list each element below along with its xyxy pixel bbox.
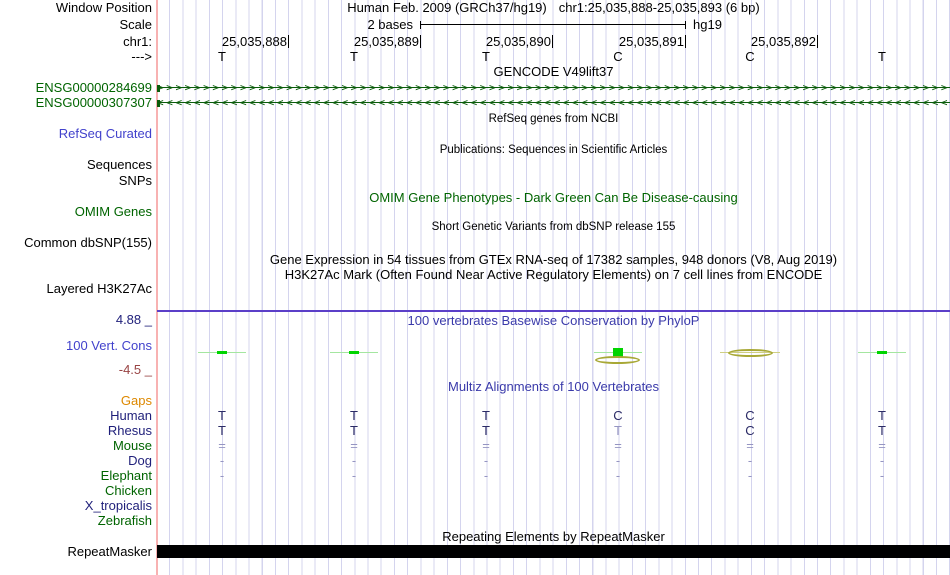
multiz-cell: - [879, 468, 885, 483]
multiz-track-title[interactable]: Multiz Alignments of 100 Vertebrates [157, 380, 950, 393]
multiz-label-elephant[interactable]: Elephant [0, 469, 152, 482]
conservation-track-title[interactable]: 100 vertebrates Basewise Conservation by… [157, 314, 950, 327]
window-position-label: Window Position [55, 0, 152, 15]
refseq-track-title[interactable]: RefSeq genes from NCBI [157, 113, 950, 126]
conservation-ellipse [728, 349, 773, 357]
multiz-cell: - [351, 468, 357, 483]
multiz-cell: T [482, 423, 490, 438]
omim-genes-label[interactable]: OMIM Genes [0, 205, 152, 218]
publications-track-title[interactable]: Publications: Sequences in Scientific Ar… [157, 144, 950, 157]
h3k27ac-track-title[interactable]: H3K27Ac Mark (Often Found Near Active Re… [157, 268, 950, 281]
repeatmasker-track-title[interactable]: Repeating Elements by RepeatMasker [157, 530, 950, 543]
gene-label-ENSG00000307307[interactable]: ENSG00000307307 [0, 96, 152, 109]
multiz-cell: - [747, 453, 753, 468]
scale-row-label: Scale [119, 17, 152, 32]
multiz-label-x_tropicalis[interactable]: X_tropicalis [0, 499, 152, 512]
multiz-cell: = [218, 438, 226, 453]
multiz-label-chicken[interactable]: Chicken [0, 484, 152, 497]
multiz-cell: = [878, 438, 886, 453]
multiz-cell: - [615, 453, 621, 468]
genome-browser-view: Window Position Human Feb. 2009 (GRCh37/… [0, 0, 950, 575]
reference-sequence-row: TTTCCT [0, 50, 950, 64]
dbsnp-track-title[interactable]: Short Genetic Variants from dbSNP releas… [157, 221, 950, 234]
multiz-cell: = [614, 438, 622, 453]
multiz-cell: - [879, 453, 885, 468]
multiz-cell: - [747, 468, 753, 483]
ruler-tick: 25,035,892 [726, 35, 818, 48]
genome-tag: hg19 [693, 17, 722, 32]
sequences-track-label[interactable]: Sequences [0, 158, 152, 171]
ruler-tick: 25,035,888 [197, 35, 289, 48]
gene-arrows-ENSG00000307307[interactable]: <<<<<<<<<<<<<<<<<<<<<<<<<<<<<<<<<<<<<<<<… [157, 97, 950, 109]
conservation-track-label[interactable]: 100 Vert. Cons [0, 339, 152, 352]
multiz-cell: T [218, 408, 226, 423]
base-letter: C [613, 49, 623, 64]
multiz-label-mouse[interactable]: Mouse [0, 439, 152, 452]
multiz-cell: - [615, 468, 621, 483]
position-ruler: 25,035,888 25,035,889 25,035,890 25,035,891… [0, 35, 950, 49]
base-letter: T [350, 49, 358, 64]
omim-track-title[interactable]: OMIM Gene Phenotypes - Dark Green Can Be… [157, 191, 950, 204]
gencode-track-title[interactable]: GENCODE V49lift37 [157, 65, 950, 78]
multiz-cell: - [351, 453, 357, 468]
conservation-ellipse [595, 356, 640, 364]
multiz-cell: = [746, 438, 754, 453]
assembly-name: Human Feb. 2009 (GRCh37/hg19) [347, 0, 547, 15]
multiz-label-dog[interactable]: Dog [0, 454, 152, 467]
gtex-track-title[interactable]: Gene Expression in 54 tissues from GTEx … [157, 253, 950, 266]
refseq-curated-label[interactable]: RefSeq Curated [0, 127, 152, 140]
multiz-cell: - [483, 468, 489, 483]
gene-exon-block [157, 85, 160, 92]
conservation-score-dash [349, 351, 359, 354]
multiz-label-rhesus[interactable]: Rhesus [0, 424, 152, 437]
conservation-max-value: 4.88 _ [115, 312, 152, 327]
base-letter: T [218, 49, 226, 64]
multiz-cell: C [745, 423, 755, 438]
multiz-cell: - [483, 453, 489, 468]
position-range: chr1:25,035,888-25,035,893 (6 bp) [558, 0, 760, 15]
multiz-cell: T [350, 423, 358, 438]
window-position-bar: Human Feb. 2009 (GRCh37/hg19) chr1:25,03… [157, 1, 950, 14]
multiz-cell: T [218, 423, 226, 438]
multiz-label-gaps[interactable]: Gaps [0, 394, 152, 407]
conservation-min-value: -4.5 _ [118, 362, 152, 377]
multiz-label-human[interactable]: Human [0, 409, 152, 422]
multiz-cell: T [878, 408, 886, 423]
repeatmasker-element-bar[interactable] [157, 545, 950, 558]
multiz-cell: = [350, 438, 358, 453]
multiz-cell: T [482, 408, 490, 423]
ruler-tick: 25,035,890 [461, 35, 553, 48]
gene-label-ENSG00000284699[interactable]: ENSG00000284699 [0, 81, 152, 94]
scale-bar [420, 21, 686, 29]
snps-track-label[interactable]: SNPs [0, 174, 152, 187]
gene-exon-block [157, 100, 160, 107]
common-dbsnp-label[interactable]: Common dbSNP(155) [0, 236, 152, 249]
multiz-cell: T [350, 408, 358, 423]
multiz-cell: - [219, 453, 225, 468]
multiz-cell: = [482, 438, 490, 453]
multiz-cell: T [878, 423, 886, 438]
multiz-cell: T [614, 423, 622, 438]
ruler-tick: 25,035,889 [329, 35, 421, 48]
conservation-score-dash [217, 351, 227, 354]
multiz-cell: C [745, 408, 755, 423]
multiz-cell: C [613, 408, 623, 423]
multiz-cell: - [219, 468, 225, 483]
conservation-score-dash [877, 351, 887, 354]
ruler-tick: 25,035,891 [594, 35, 686, 48]
gene-arrows-ENSG00000284699[interactable]: >>>>>>>>>>>>>>>>>>>>>>>>>>>>>>>>>>>>>>>>… [157, 82, 950, 94]
scale-value: 2 bases [367, 17, 413, 32]
base-letter: C [745, 49, 755, 64]
multiz-label-zebrafish[interactable]: Zebrafish [0, 514, 152, 527]
scale-bar-line [421, 24, 685, 25]
base-letter: T [482, 49, 490, 64]
repeatmasker-label[interactable]: RepeatMasker [0, 545, 152, 558]
track-divider-line [157, 310, 950, 312]
layered-h3k27ac-label[interactable]: Layered H3K27Ac [0, 282, 152, 295]
base-letter: T [878, 49, 886, 64]
